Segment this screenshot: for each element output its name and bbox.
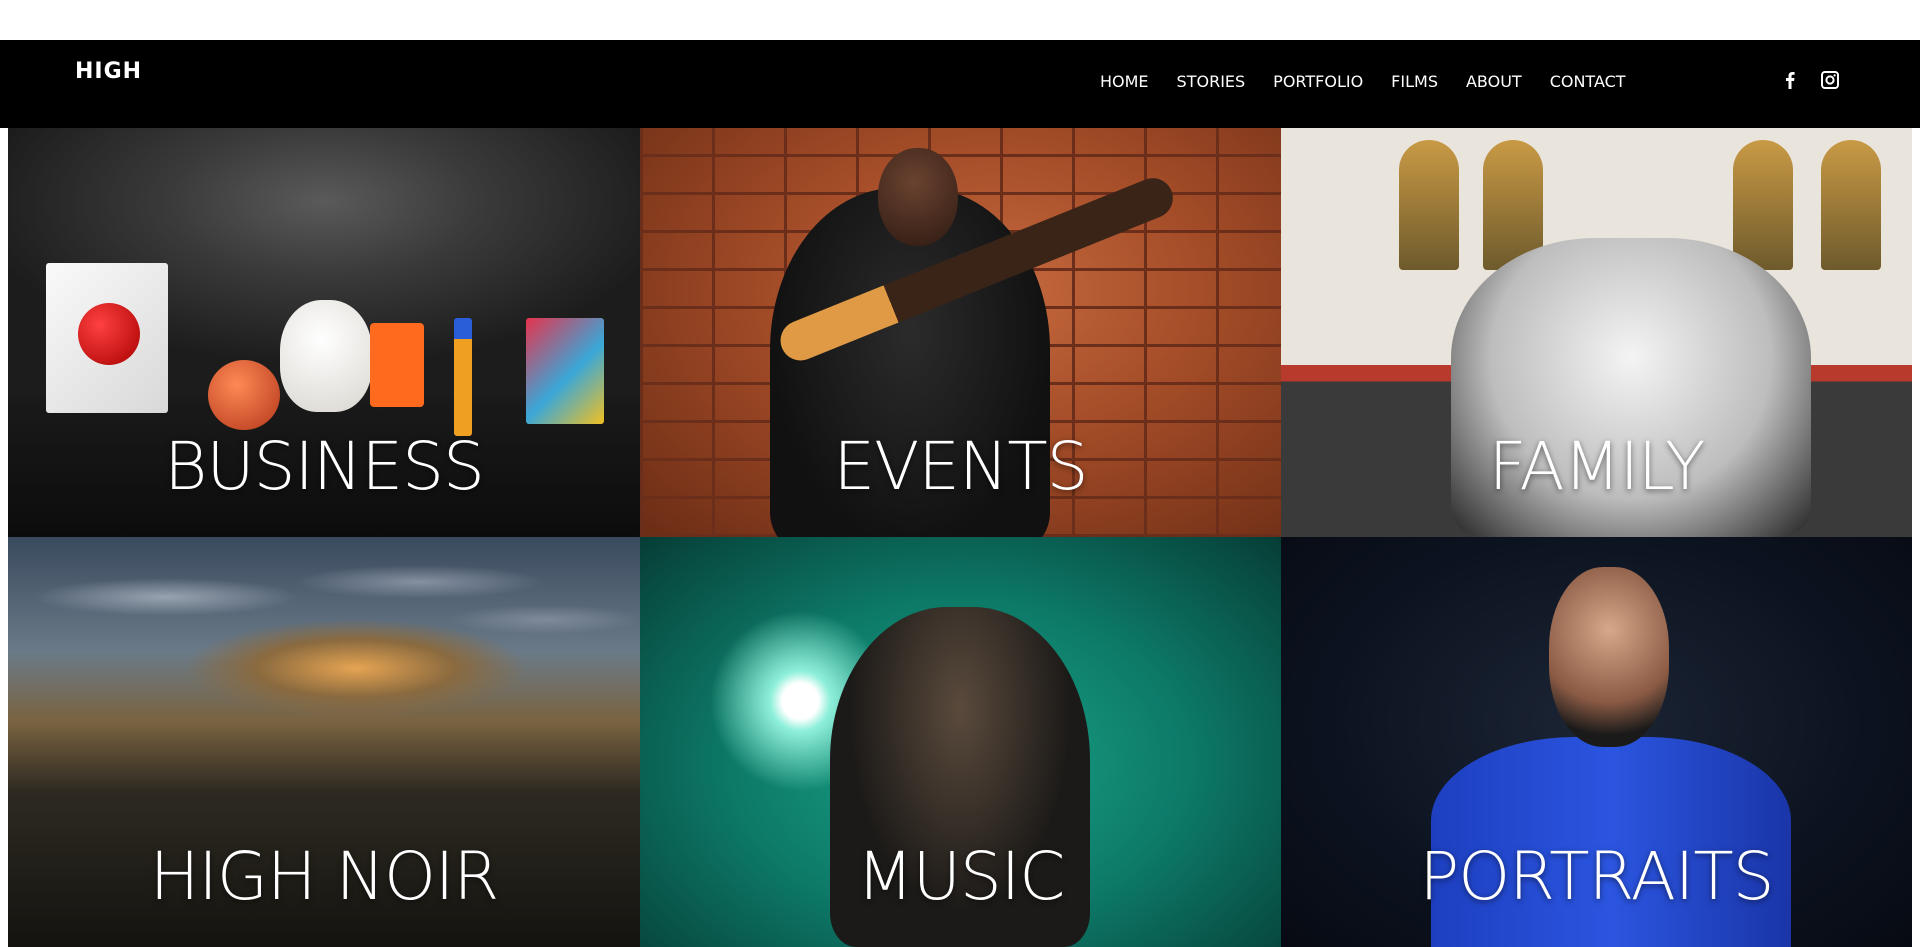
site-logo[interactable]: HIGH [75,59,142,84]
nav-portfolio[interactable]: PORTFOLIO [1273,72,1363,91]
tile-events[interactable]: EVENTS [640,128,1281,537]
nav-about[interactable]: ABOUT [1466,72,1522,91]
tile-high-noir[interactable]: HIGH NOIR [8,537,640,947]
nav-home[interactable]: HOME [1100,72,1149,91]
main-nav: HOME STORIES PORTFOLIO FILMS ABOUT CONTA… [1100,72,1626,91]
tile-business[interactable]: BUSINESS [8,128,640,537]
tile-label-portraits: PORTRAITS [1419,838,1774,915]
nav-contact[interactable]: CONTACT [1550,72,1626,91]
tile-label-events: EVENTS [833,428,1088,505]
nav-stories[interactable]: STORIES [1177,72,1246,91]
top-white-strip [0,0,1920,40]
social-links [1780,70,1840,90]
tile-music[interactable]: MUSIC [640,537,1281,947]
tile-label-music: MUSIC [856,838,1066,915]
nav-films[interactable]: FILMS [1391,72,1438,91]
instagram-icon[interactable] [1820,70,1840,90]
tile-label-high-noir: HIGH NOIR [149,838,500,915]
portfolio-grid: BUSINESS EVENTS FAMILY HIGH NOIR MUSIC P… [8,128,1912,947]
facebook-icon[interactable] [1780,70,1800,90]
tile-portraits[interactable]: PORTRAITS [1281,537,1912,947]
tile-family[interactable]: FAMILY [1281,128,1912,537]
tile-label-business: BUSINESS [164,428,485,505]
tile-label-family: FAMILY [1488,428,1706,505]
site-header: HIGH HOME STORIES PORTFOLIO FILMS ABOUT … [0,40,1920,128]
